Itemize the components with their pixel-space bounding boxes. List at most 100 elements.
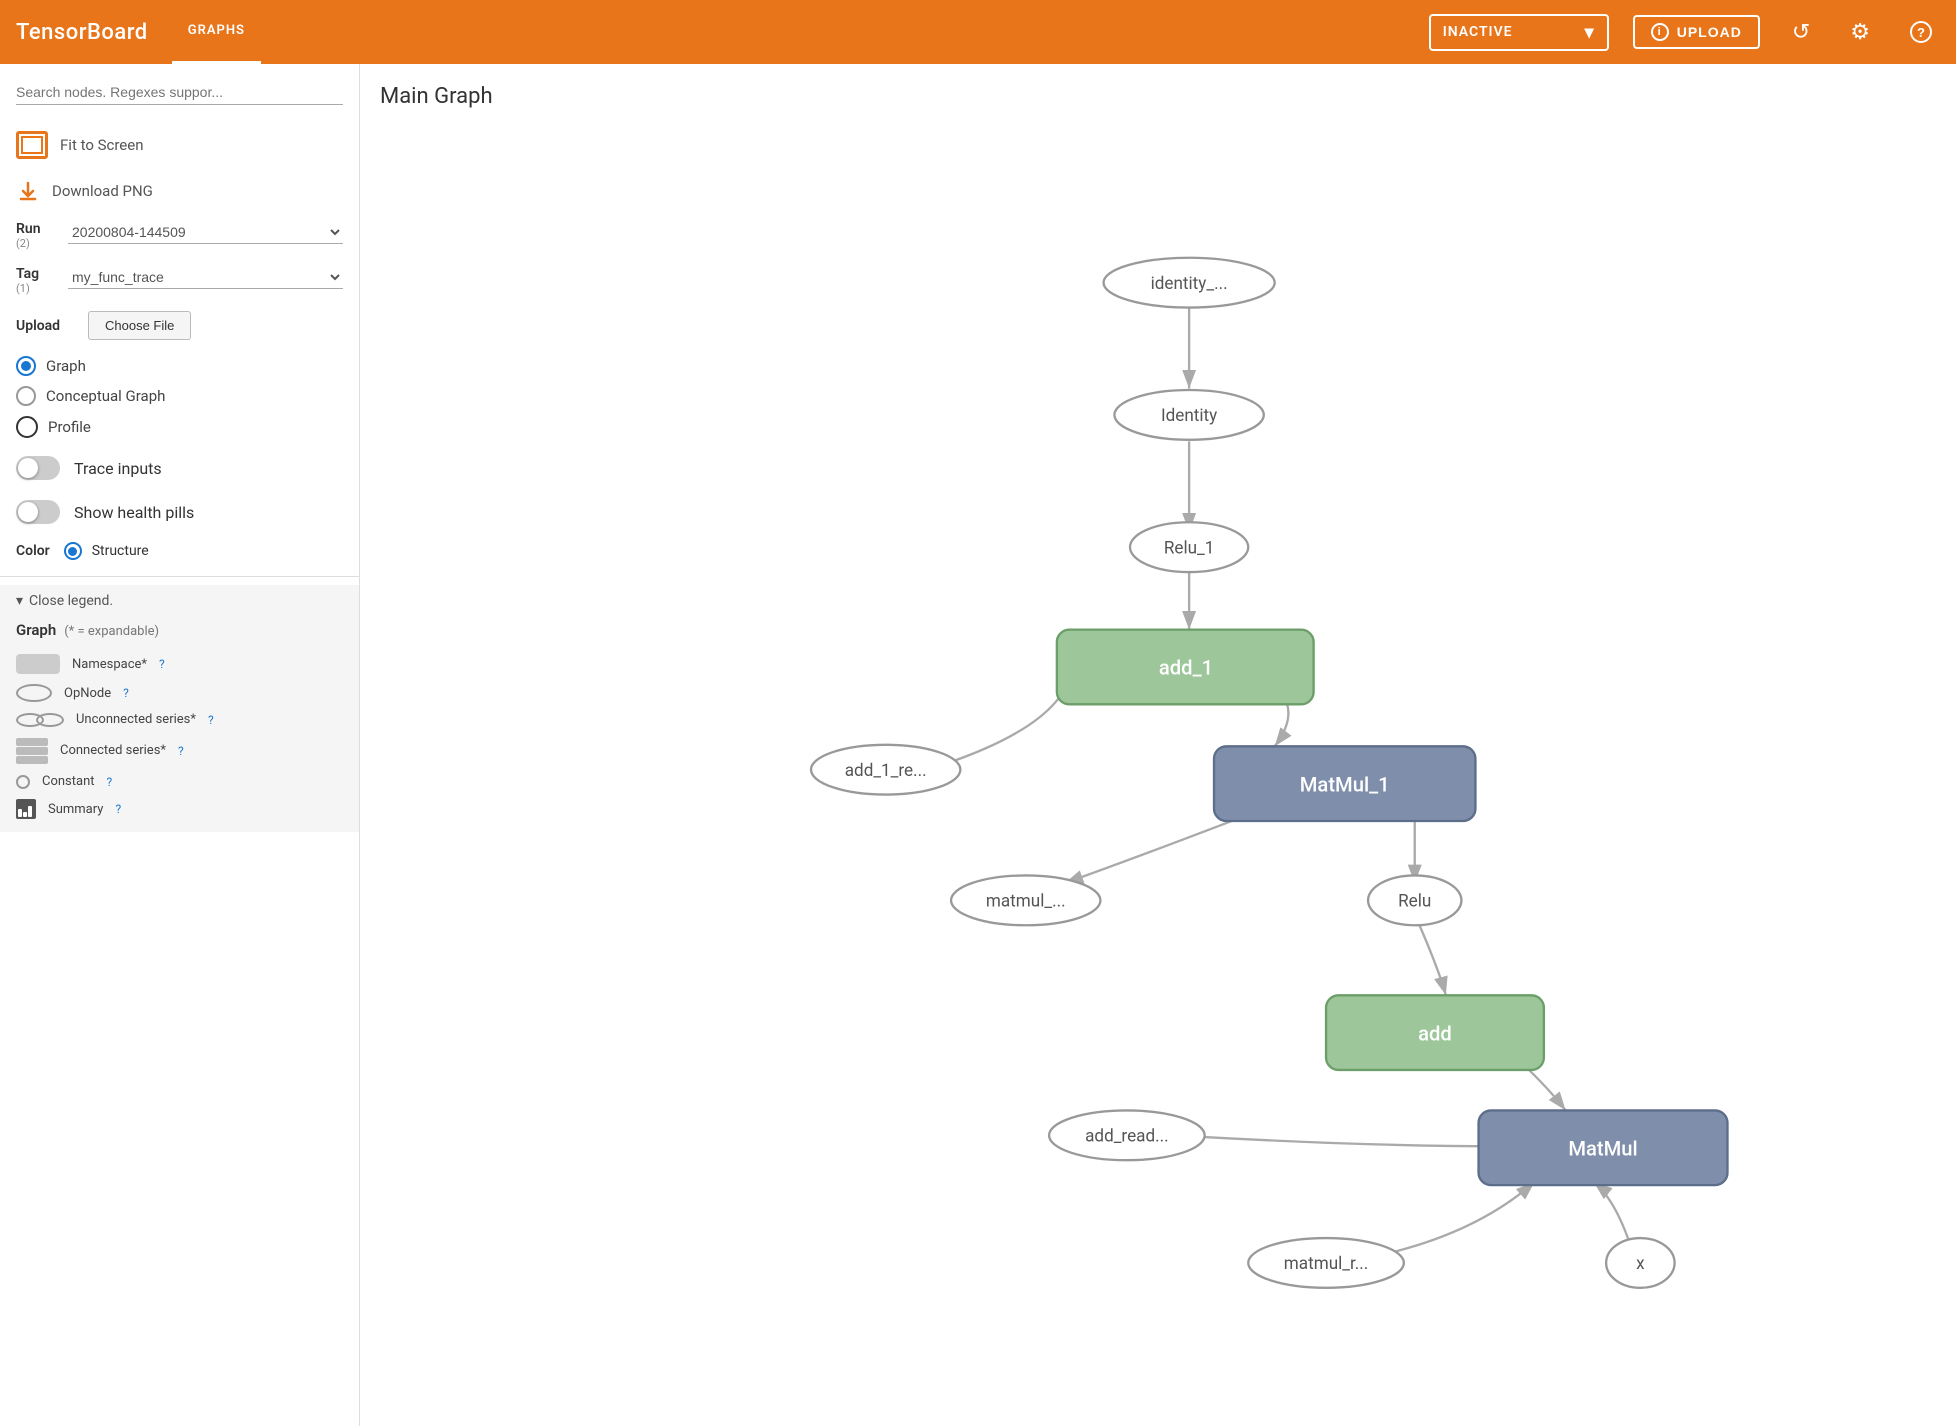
upload-row: Upload Choose File [0, 303, 359, 348]
settings-button[interactable]: ⚙ [1842, 15, 1878, 49]
node-add1re-label: add_1_re... [845, 761, 927, 781]
info-icon: i [1651, 23, 1669, 41]
node-relu-label: Relu [1398, 892, 1431, 912]
radio-conceptual-circle [16, 386, 36, 406]
unconnected-help-icon[interactable]: ? [208, 713, 214, 727]
legend-expandable-label: (* = expandable) [64, 624, 159, 639]
help-button[interactable]: ? [1902, 17, 1940, 47]
opnode-help-icon[interactable]: ? [123, 686, 129, 700]
fit-to-screen-button[interactable]: Fit to Screen [0, 121, 359, 169]
settings-icon: ⚙ [1850, 19, 1870, 45]
legend-unconnected-label: Unconnected series* [76, 712, 196, 727]
choose-file-button[interactable]: Choose File [88, 311, 191, 340]
refresh-icon: ↺ [1792, 19, 1810, 45]
legend-summary-label: Summary [48, 802, 103, 817]
main-layout: Fit to Screen Download PNG Run (2) 20200… [0, 64, 1956, 1426]
legend-opnode-label: OpNode [64, 686, 111, 701]
chevron-down-icon: ▾ [16, 593, 23, 609]
legend-item-unconnected: Unconnected series* ? [16, 707, 343, 732]
trace-inputs-row: Trace inputs [0, 446, 359, 490]
trace-inputs-knob [18, 458, 38, 478]
legend-namespace-shape [16, 654, 60, 674]
legend-header-label: Close legend. [29, 593, 113, 609]
node-x-label: x [1636, 1254, 1645, 1274]
legend-constant-shape [16, 775, 30, 789]
show-health-pills-row: Show health pills [0, 490, 359, 534]
app-title: TensorBoard [16, 20, 148, 45]
color-structure-radio[interactable] [64, 542, 82, 560]
node-matmuldots-label: matmul_... [986, 892, 1066, 912]
legend-graph-label: Graph [16, 621, 56, 639]
radio-graph[interactable]: Graph [16, 356, 343, 376]
main-nav: GRAPHS [172, 0, 261, 64]
graph-type-radio-group: Graph Conceptual Graph Profile [0, 348, 359, 446]
legend-opnode-shape [16, 684, 52, 702]
chevron-down-icon: ▾ [1585, 22, 1595, 43]
legend-constant-label: Constant [42, 774, 95, 789]
sidebar: Fit to Screen Download PNG Run (2) 20200… [0, 64, 360, 1426]
namespace-help-icon[interactable]: ? [159, 657, 165, 671]
edge-relu-to-add [1415, 914, 1446, 995]
app-header: TensorBoard GRAPHS INACTIVE ▾ i UPLOAD ↺… [0, 0, 1956, 64]
legend-item-connected: Connected series* ? [16, 732, 343, 769]
help-icon: ? [1910, 21, 1932, 43]
node-add-label: add [1418, 1021, 1452, 1045]
legend-connected-label: Connected series* [60, 743, 166, 758]
run-count: (2) [16, 237, 56, 250]
legend-item-constant: Constant ? [16, 769, 343, 794]
color-row: Color Structure [0, 534, 359, 568]
graph-svg[interactable]: identity_... Identity Relu_1 add_1 add_1… [380, 129, 1936, 1401]
upload-button[interactable]: i UPLOAD [1633, 15, 1760, 49]
legend-item-namespace: Namespace* ? [16, 649, 343, 679]
tag-label: Tag [16, 266, 56, 282]
trace-inputs-toggle[interactable] [16, 456, 60, 480]
connected-help-icon[interactable]: ? [178, 744, 184, 758]
node-addread-label: add_read... [1085, 1127, 1169, 1147]
legend-unconnected-shape [16, 713, 64, 727]
run-select[interactable]: 20200804-144509 [68, 221, 343, 244]
color-structure-label: Structure [92, 543, 149, 559]
legend-section: Graph (* = expandable) Namespace* ? OpNo… [0, 617, 359, 832]
trace-inputs-label: Trace inputs [74, 459, 162, 478]
download-png-label: Download PNG [52, 182, 153, 200]
node-relu1-label: Relu_1 [1164, 538, 1215, 558]
sidebar-divider [0, 576, 359, 577]
radio-profile-circle [16, 416, 38, 438]
radio-conceptual-graph[interactable]: Conceptual Graph [16, 386, 343, 406]
graph-canvas[interactable]: identity_... Identity Relu_1 add_1 add_1… [380, 129, 1936, 1401]
radio-graph-dot [21, 361, 31, 371]
constant-help-icon[interactable]: ? [107, 775, 113, 789]
run-selector[interactable]: INACTIVE ▾ [1429, 14, 1609, 51]
run-field: Run (2) 20200804-144509 [0, 213, 359, 258]
node-identity-label: Identity [1161, 406, 1217, 426]
radio-conceptual-label: Conceptual Graph [46, 387, 165, 405]
legend-summary-shape [16, 799, 36, 819]
radio-graph-circle [16, 356, 36, 376]
summary-help-icon[interactable]: ? [115, 802, 121, 816]
legend-toggle[interactable]: ▾ Close legend. [0, 585, 359, 617]
fit-to-screen-label: Fit to Screen [60, 136, 144, 154]
download-icon [16, 179, 40, 203]
node-identity-dots-label: identity_... [1151, 274, 1228, 294]
radio-graph-label: Graph [46, 357, 86, 375]
graph-area: Main Graph [360, 64, 1956, 1426]
run-label: Run [16, 221, 56, 237]
edge-addread-to-matmul [1174, 1135, 1498, 1146]
tag-count: (1) [16, 282, 56, 295]
node-matmul1-label: MatMul_1 [1300, 772, 1390, 796]
show-health-pills-toggle[interactable] [16, 500, 60, 524]
tag-select[interactable]: my_func_trace [68, 266, 343, 289]
legend-connected-shape [16, 737, 48, 764]
nav-graphs[interactable]: GRAPHS [172, 0, 261, 64]
edge-matmul1-to-matmuldots [1065, 819, 1236, 883]
legend-item-summary: Summary ? [16, 794, 343, 824]
legend-namespace-label: Namespace* [72, 657, 147, 672]
node-add1-label: add_1 [1159, 656, 1213, 680]
radio-profile[interactable]: Profile [16, 416, 343, 438]
node-matmulr-label: matmul_r... [1284, 1254, 1369, 1274]
refresh-button[interactable]: ↺ [1784, 15, 1818, 49]
edge-add1re-to-add1 [932, 667, 1072, 768]
graph-title: Main Graph [380, 84, 1936, 109]
search-input[interactable] [16, 80, 343, 105]
download-png-button[interactable]: Download PNG [0, 169, 359, 213]
